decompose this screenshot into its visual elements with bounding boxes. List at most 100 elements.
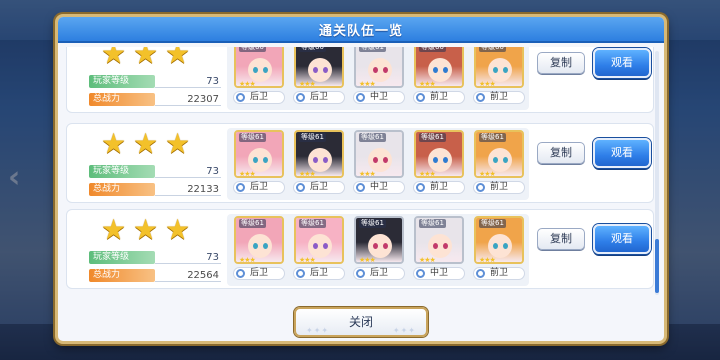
character-portrait: 等级60 ★★★ <box>294 47 344 88</box>
character-rarity-stars-icon: ★★★ <box>479 80 496 88</box>
position-label: 后卫 <box>249 92 268 102</box>
team-member[interactable]: 等级61 ★★★ 中卫 <box>413 216 465 282</box>
list-scrollbar[interactable] <box>655 51 659 295</box>
character-rarity-stars-icon: ★★★ <box>419 80 436 88</box>
character-level: 等级61 <box>239 133 266 142</box>
portrait-eye <box>313 243 318 249</box>
character-rarity-stars-icon: ★★★ <box>359 80 376 88</box>
portrait-eye <box>383 157 388 163</box>
character-level: 等级60 <box>239 47 266 52</box>
character-level: 等级61 <box>479 219 506 228</box>
team-member[interactable]: 等级61 ★★★ 后卫 <box>293 216 345 282</box>
character-level: 等级61 <box>479 133 506 142</box>
position-icon <box>416 269 425 278</box>
total-power-line: 总战力 22307 <box>89 92 221 106</box>
portrait-eye <box>443 243 448 249</box>
star-icon: ★ <box>165 47 191 70</box>
position-label: 后卫 <box>309 182 328 192</box>
team-member[interactable]: 等级61 ★★★ 中卫 <box>353 47 405 106</box>
close-button[interactable]: ✦✦✦ 关闭 ✦✦✦ <box>294 307 428 337</box>
position-tag: 前卫 <box>473 91 525 104</box>
position-label: 前卫 <box>429 182 448 192</box>
total-power-line: 总战力 22564 <box>89 268 221 282</box>
character-rarity-stars-icon: ★★★ <box>299 80 316 88</box>
total-power-label: 总战力 <box>89 92 155 106</box>
player-level-value: 73 <box>155 75 221 88</box>
position-label: 中卫 <box>429 268 448 278</box>
position-icon <box>476 93 485 102</box>
position-label: 前卫 <box>489 182 508 192</box>
portrait-face <box>308 148 332 172</box>
character-portrait: 等级61 ★★★ <box>234 216 284 264</box>
team-member[interactable]: 等级60 ★★★ 后卫 <box>233 47 285 106</box>
character-rarity-stars-icon: ★★★ <box>239 170 256 178</box>
portrait-eye <box>263 67 268 73</box>
position-icon <box>476 269 485 278</box>
position-tag: 中卫 <box>353 91 405 104</box>
position-tag: 后卫 <box>233 181 285 194</box>
position-icon <box>236 93 245 102</box>
position-icon <box>296 183 305 192</box>
character-portrait: 等级60 ★★★ <box>474 47 524 88</box>
portrait-eye <box>323 157 328 163</box>
portrait-eye <box>443 67 448 73</box>
portrait-eye <box>433 157 438 163</box>
view-battle-button[interactable]: 观看 <box>593 48 651 78</box>
position-icon <box>356 93 365 102</box>
portrait-eye <box>503 157 508 163</box>
portrait-eye <box>433 67 438 73</box>
character-portrait: 等级61 ★★★ <box>294 216 344 264</box>
team-member[interactable]: 等级61 ★★★ 前卫 <box>473 130 525 196</box>
team-member[interactable]: 等级61 ★★★ 后卫 <box>233 216 285 282</box>
character-level: 等级61 <box>419 133 446 142</box>
team-member[interactable]: 等级61 ★★★ 前卫 <box>413 130 465 196</box>
portrait-face <box>248 148 272 172</box>
total-power-label: 总战力 <box>89 182 155 196</box>
copy-team-button[interactable]: 复制 <box>537 52 585 74</box>
player-level-label: 玩家等级 <box>89 164 155 178</box>
team-member[interactable]: 等级61 ★★★ 前卫 <box>473 216 525 282</box>
scrollbar-thumb[interactable] <box>655 239 659 293</box>
copy-team-button[interactable]: 复制 <box>537 142 585 164</box>
position-icon <box>476 183 485 192</box>
portrait-eye <box>253 67 258 73</box>
team-members-panel: 等级61 ★★★ 后卫 等级61 ★★★ 后卫 等级61 ★★★ 中卫 等级61 ★★★ 前卫 等级61… <box>227 128 529 200</box>
position-tag: 后卫 <box>233 91 285 104</box>
character-level: 等级60 <box>479 47 506 52</box>
team-member[interactable]: 等级60 ★★★ 前卫 <box>413 47 465 106</box>
position-tag: 后卫 <box>353 267 405 280</box>
team-member[interactable]: 等级60 ★★★ 前卫 <box>473 47 525 106</box>
character-level: 等级61 <box>359 47 386 52</box>
team-member[interactable]: 等级61 ★★★ 后卫 <box>293 130 345 196</box>
portrait-eye <box>433 243 438 249</box>
clear-team-list-dialog: 通关队伍一览 ★ ★ ★ 玩家等级 73 总战力 22307 等级60 ★★★ 后卫 等级60 ★★★… <box>55 14 667 344</box>
team-member[interactable]: 等级60 ★★★ 后卫 <box>293 47 345 106</box>
character-portrait: 等级60 ★★★ <box>414 47 464 88</box>
portrait-eye <box>263 157 268 163</box>
team-list[interactable]: ★ ★ ★ 玩家等级 73 总战力 22307 等级60 ★★★ 后卫 等级60 ★★★ 后卫 等级61 ★… <box>66 47 654 299</box>
position-icon <box>356 183 365 192</box>
position-icon <box>296 93 305 102</box>
portrait-face <box>368 58 392 82</box>
dialog-header: 通关队伍一览 <box>58 17 664 43</box>
team-row: ★ ★ ★ 玩家等级 73 总战力 22307 等级60 ★★★ 后卫 等级60 ★★★ 后卫 等级61 ★… <box>66 47 654 113</box>
player-level-line: 玩家等级 73 <box>89 164 221 178</box>
team-member[interactable]: 等级61 ★★★ 后卫 <box>353 216 405 282</box>
view-battle-button[interactable]: 观看 <box>593 138 651 168</box>
character-portrait: 等级61 ★★★ <box>354 47 404 88</box>
position-label: 后卫 <box>309 92 328 102</box>
view-battle-button[interactable]: 观看 <box>593 224 651 254</box>
portrait-face <box>308 58 332 82</box>
position-icon <box>236 183 245 192</box>
team-member[interactable]: 等级61 ★★★ 中卫 <box>353 130 405 196</box>
character-level: 等级61 <box>239 219 266 228</box>
star-icon: ★ <box>101 47 127 70</box>
position-icon <box>356 269 365 278</box>
portrait-face <box>308 234 332 258</box>
portrait-face <box>488 58 512 82</box>
copy-team-button[interactable]: 复制 <box>537 228 585 250</box>
character-portrait: 等级61 ★★★ <box>294 130 344 178</box>
close-button-left-decoration: ✦✦✦ <box>306 326 330 335</box>
character-level: 等级60 <box>299 47 326 52</box>
team-member[interactable]: 等级61 ★★★ 后卫 <box>233 130 285 196</box>
